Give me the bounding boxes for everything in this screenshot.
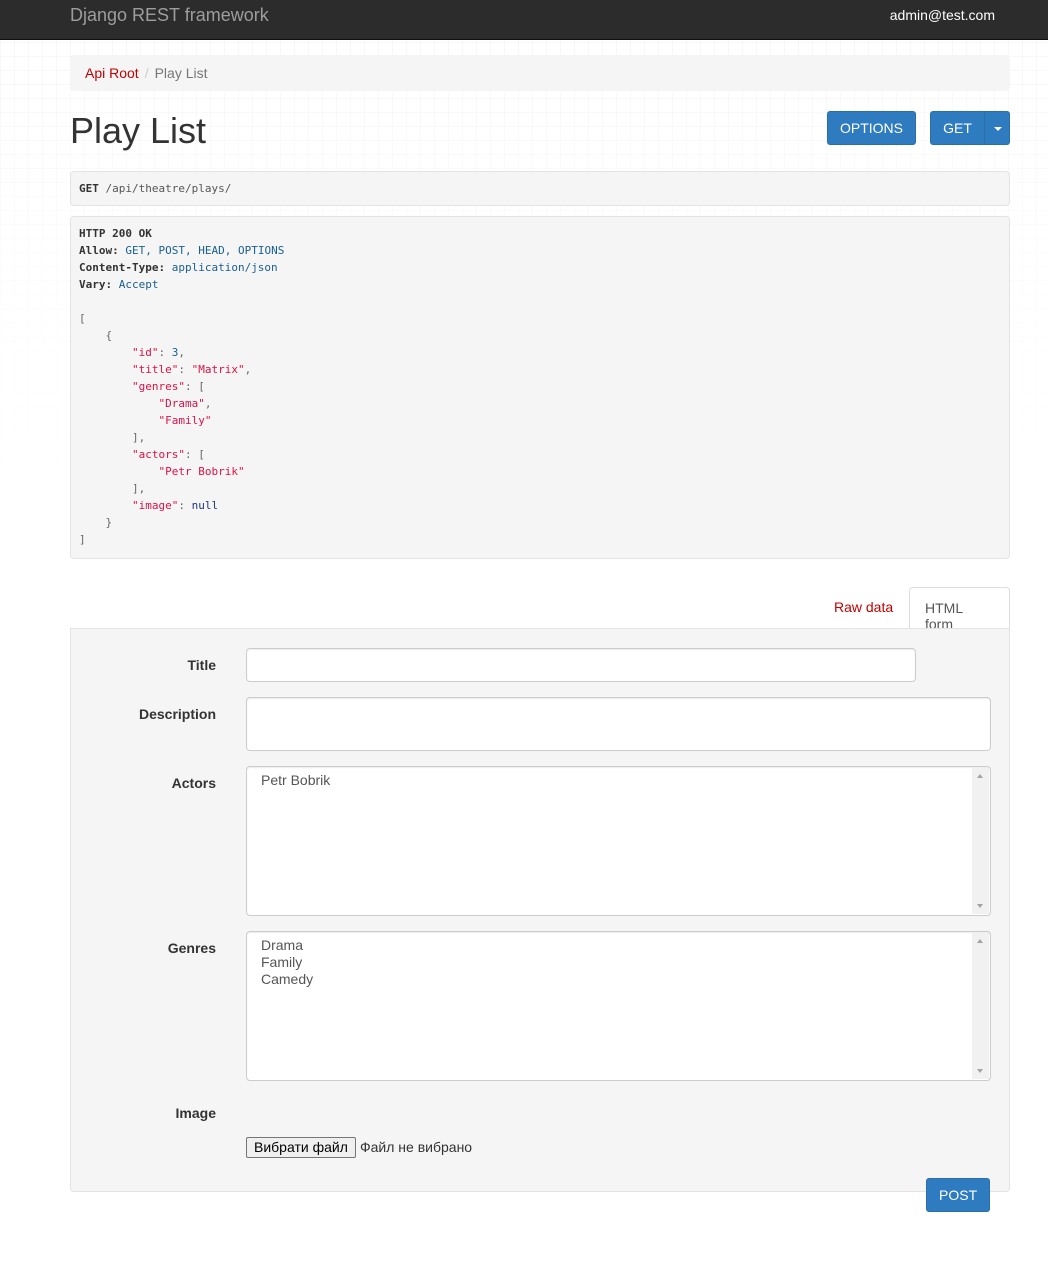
breadcrumb-api-root[interactable]: Api Root (85, 65, 139, 81)
response-content: HTTP 200 OK Allow: GET, POST, HEAD, OPTI… (70, 216, 1010, 559)
breadcrumb: Api Root / Play List (70, 55, 1010, 91)
genres-label: Genres (167, 940, 216, 956)
header-name: Allow: (79, 244, 119, 257)
request-url: /api/theatre/plays/ (105, 182, 232, 195)
actors-multiselect[interactable]: Petr Bobrik (246, 766, 991, 916)
get-button[interactable]: GET (930, 111, 985, 145)
genres-option[interactable]: Family (261, 954, 976, 971)
genres-option[interactable]: Drama (261, 937, 976, 954)
json-genre-item: Drama (165, 397, 199, 410)
scroll-down-icon (977, 1069, 983, 1073)
html-form: Title Description Actors Petr Bobrik Gen… (70, 628, 1010, 1212)
header-value: application/json (171, 261, 278, 274)
scroll-up-icon (977, 939, 983, 943)
genres-multiselect[interactable]: Drama Family Camedy (246, 931, 991, 1081)
choose-file-button[interactable]: Вибрати файл (246, 1137, 356, 1158)
description-textarea[interactable] (246, 697, 991, 751)
header-value: GET, POST, HEAD, OPTIONS (125, 244, 285, 257)
header-value: Accept (118, 278, 159, 291)
get-format-dropdown[interactable] (984, 111, 1010, 145)
genres-option[interactable]: Camedy (261, 971, 976, 988)
tab-raw-data[interactable]: Raw data (820, 587, 907, 629)
image-label: Image (175, 1105, 216, 1121)
breadcrumb-current: Play List (154, 65, 208, 81)
actors-scrollbar[interactable] (972, 768, 989, 914)
brand-link[interactable]: Django REST framework (70, 5, 269, 26)
navbar: Django REST framework admin@test.com (0, 0, 1048, 40)
caret-down-icon (994, 127, 1002, 131)
page-title: Play List (70, 110, 207, 151)
json-genre-item: Family (165, 414, 205, 427)
tab-html-form[interactable]: HTML form (909, 587, 1010, 632)
breadcrumb-separator: / (144, 65, 149, 81)
json-title-value: Matrix (198, 363, 238, 376)
actors-label: Actors (171, 775, 216, 791)
json-image-value: null (191, 499, 219, 512)
post-button[interactable]: POST (926, 1178, 990, 1212)
header-name: Content-Type: (79, 261, 166, 274)
form-tabs: Raw data HTML form (70, 587, 1010, 632)
genres-scrollbar[interactable] (972, 933, 989, 1079)
options-button[interactable]: OPTIONS (827, 111, 916, 145)
json-actor-item: Petr Bobrik (165, 465, 238, 478)
header-name: Vary: (79, 278, 113, 291)
description-label: Description (138, 706, 216, 722)
request-method: GET (79, 182, 99, 195)
response-status: HTTP 200 OK (79, 227, 152, 240)
actors-option[interactable]: Petr Bobrik (261, 772, 976, 789)
title-input[interactable] (246, 648, 916, 682)
user-menu[interactable]: admin@test.com (890, 7, 995, 23)
file-status-text: Файл не вибрано (360, 1139, 473, 1155)
title-label: Title (187, 657, 216, 673)
request-info: GET /api/theatre/plays/ (70, 171, 1010, 206)
scroll-up-icon (977, 774, 983, 778)
scroll-down-icon (977, 904, 983, 908)
